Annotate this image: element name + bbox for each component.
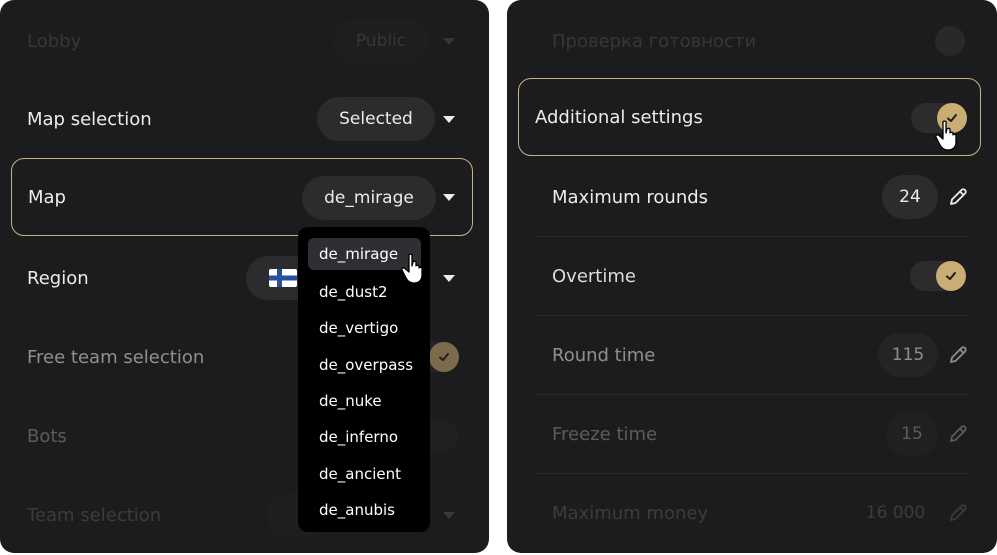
map-select[interactable]: de_mirage xyxy=(302,176,436,220)
map-option[interactable]: de_nuke xyxy=(308,383,421,419)
pencil-icon[interactable] xyxy=(947,186,969,208)
finland-flag-icon xyxy=(269,269,297,287)
overtime-label: Overtime xyxy=(552,265,636,287)
hand-cursor-icon xyxy=(935,120,957,151)
map-option[interactable]: de_overpass xyxy=(308,347,421,383)
chevron-down-icon[interactable] xyxy=(443,512,455,519)
lobby-row[interactable]: Lobby Public xyxy=(11,2,473,80)
round-time-row[interactable]: Round time 115 xyxy=(535,316,969,394)
overtime-row[interactable]: Overtime xyxy=(535,237,969,315)
overtime-toggle[interactable] xyxy=(910,261,966,291)
maximum-rounds-row[interactable]: Maximum rounds 24 xyxy=(535,158,969,236)
freeze-time-row[interactable]: Freeze time 15 xyxy=(535,395,969,473)
map-option[interactable]: de_inferno xyxy=(308,419,421,455)
map-label: Map xyxy=(28,186,66,208)
map-option[interactable]: de_ancient xyxy=(308,455,421,491)
freeze-time-value[interactable]: 15 xyxy=(886,412,938,456)
hand-cursor-icon xyxy=(401,253,423,284)
additional-settings-label: Additional settings xyxy=(535,106,703,128)
chevron-down-icon[interactable] xyxy=(443,116,455,123)
map-option[interactable]: de_vertigo xyxy=(308,310,421,346)
maximum-money-row[interactable]: Maximum money 16 000 xyxy=(535,474,969,552)
check-icon xyxy=(429,342,459,372)
free-team-label: Free team selection xyxy=(27,346,205,368)
readiness-check-toggle[interactable] xyxy=(909,26,965,56)
map-row[interactable]: Map de_mirage xyxy=(11,158,473,236)
bots-label: Bots xyxy=(27,425,67,447)
readiness-check-row[interactable]: Проверка готовности xyxy=(535,2,969,80)
round-time-label: Round time xyxy=(552,344,656,366)
check-icon xyxy=(935,26,965,56)
map-selection-row[interactable]: Map selection Selected xyxy=(11,80,473,158)
maximum-rounds-label: Maximum rounds xyxy=(552,186,709,208)
map-selection-select[interactable]: Selected xyxy=(317,97,435,141)
check-icon xyxy=(936,261,966,291)
map-option[interactable]: de_anubis xyxy=(308,492,421,528)
pencil-icon[interactable] xyxy=(947,423,969,445)
right-settings-panel: Проверка готовности Additional settings … xyxy=(507,0,997,553)
chevron-down-icon[interactable] xyxy=(443,194,455,201)
readiness-check-label: Проверка готовности xyxy=(552,30,757,52)
freeze-time-label: Freeze time xyxy=(552,423,658,445)
chevron-down-icon[interactable] xyxy=(443,38,455,45)
chevron-down-icon[interactable] xyxy=(443,275,455,282)
maximum-rounds-value[interactable]: 24 xyxy=(882,175,938,219)
region-label: Region xyxy=(27,267,89,289)
maximum-money-value[interactable]: 16 000 xyxy=(853,491,938,535)
map-selection-label: Map selection xyxy=(27,108,152,130)
pencil-icon[interactable] xyxy=(947,502,969,524)
lobby-select[interactable]: Public xyxy=(333,19,429,63)
maximum-money-label: Maximum money xyxy=(552,502,709,524)
left-settings-panel: Lobby Public Map selection Selected Map … xyxy=(0,0,489,553)
additional-settings-row[interactable]: Additional settings xyxy=(518,78,981,156)
round-time-value[interactable]: 115 xyxy=(878,333,938,377)
pencil-icon[interactable] xyxy=(947,344,969,366)
team-selection-label: Team selection xyxy=(27,504,162,526)
lobby-label: Lobby xyxy=(27,30,82,52)
